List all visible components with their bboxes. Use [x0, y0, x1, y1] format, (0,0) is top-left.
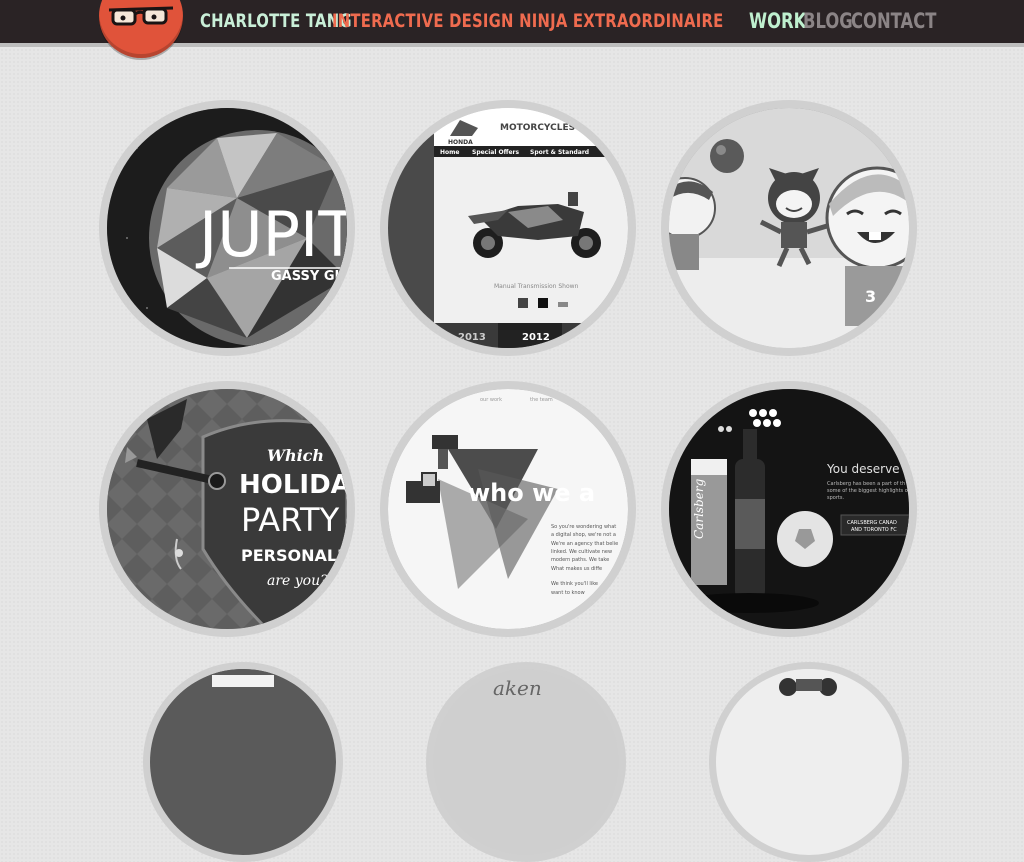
portfolio-item-agency[interactable]: our work the team who we a So you're won…	[380, 381, 636, 637]
agency-headline: who we a	[468, 479, 595, 507]
jupiter-subtitle: GASSY GIANTS	[271, 269, 347, 284]
carlsberg-glass-label: Carlsberg	[692, 478, 706, 539]
agency-nav-team: the team	[530, 397, 553, 403]
carlsberg-button-text: AND TORONTO FC	[851, 527, 897, 533]
honda-section-title: MOTORCYCLES	[500, 123, 575, 133]
nav-contact[interactable]: CONTACT	[851, 6, 936, 36]
nav-work[interactable]: WORK	[749, 6, 806, 36]
honda-thumbnail: HONDA MOTORCYCLES Home Special Offers Sp…	[388, 108, 628, 348]
agency-thumbnail: our work the team who we a So you're won…	[388, 389, 628, 629]
carlsberg-body-line: some of the biggest highlights o	[827, 488, 908, 494]
agency-body-line: We're an agency that belie	[551, 541, 618, 547]
nerd-glasses-icon	[108, 6, 174, 26]
agency-body-line: We think you'll like	[551, 581, 598, 587]
honda-menu-home: Home	[440, 149, 459, 156]
agency-body-line: So you're wondering what	[551, 524, 616, 530]
jupiter-thumbnail: JUPIT GASSY GIANTS	[107, 108, 347, 348]
honda-menu-sport: Sport & Standard	[530, 149, 589, 156]
portfolio-item-row3-2[interactable]: aken	[426, 662, 626, 862]
badge-thumbnail	[150, 669, 336, 709]
portfolio-item-characters[interactable]: 3	[661, 100, 917, 356]
character-number: 3	[865, 287, 876, 306]
holiday-thumbnail: Which HOLIDAY PARTY PERSONALITY are you?	[107, 389, 347, 629]
honda-year-2012: 2012	[522, 332, 550, 343]
honda-caption: Manual Transmission Shown	[494, 283, 579, 290]
honda-year-2013: 2013	[458, 332, 486, 343]
script-thumbnail: aken	[433, 669, 619, 709]
portfolio-item-holiday[interactable]: Which HOLIDAY PARTY PERSONALITY are you?	[99, 381, 355, 637]
portfolio-item-carlsberg[interactable]: Carlsberg You deserve Carlsberg has been…	[661, 381, 917, 637]
logo[interactable]	[99, 0, 183, 58]
agency-body-line: want to know	[551, 590, 585, 596]
portfolio-item-row3-3[interactable]	[709, 662, 909, 862]
holiday-line-are-you: are you?	[267, 573, 328, 589]
holiday-line-holiday: HOLIDAY	[239, 470, 347, 500]
site-tagline: INTERACTIVE DESIGN NINJA EXTRAORDINAIRE	[332, 10, 724, 32]
agency-body-line: What makes us diffe	[551, 566, 602, 572]
figure-thumbnail	[716, 669, 902, 709]
honda-logo-text: HONDA	[448, 139, 473, 146]
holiday-line-which: Which	[267, 446, 324, 465]
agency-body-line: linked. We cultivate new	[551, 549, 612, 555]
honda-menu-offers: Special Offers	[472, 149, 519, 156]
agency-body-line: modern paths. We take	[551, 557, 609, 563]
carlsberg-body-line: sports.	[827, 495, 844, 501]
nav-blog[interactable]: BLOG	[803, 6, 853, 36]
jupiter-title: JUPIT	[195, 198, 347, 271]
holiday-line-party: PARTY	[241, 501, 340, 539]
characters-thumbnail: 3	[669, 108, 909, 348]
carlsberg-body-line: Carlsberg has been a part of th	[827, 481, 905, 487]
portfolio-item-honda[interactable]: HONDA MOTORCYCLES Home Special Offers Sp…	[380, 100, 636, 356]
carlsberg-headline: You deserve	[826, 462, 900, 476]
carlsberg-thumbnail: Carlsberg You deserve Carlsberg has been…	[669, 389, 909, 629]
portfolio-item-row3-1[interactable]	[143, 662, 343, 862]
script-text: aken	[493, 676, 542, 700]
site-name[interactable]: CHARLOTTE TANG	[200, 6, 352, 36]
agency-body-line: a digital shop, we're not a	[551, 532, 616, 538]
holiday-line-personality: PERSONALITY	[241, 546, 347, 565]
portfolio-item-jupiter[interactable]: JUPIT GASSY GIANTS	[99, 100, 355, 356]
carlsberg-button-text: CARLSBERG CANAD	[847, 520, 897, 526]
agency-nav-work: our work	[480, 397, 502, 403]
